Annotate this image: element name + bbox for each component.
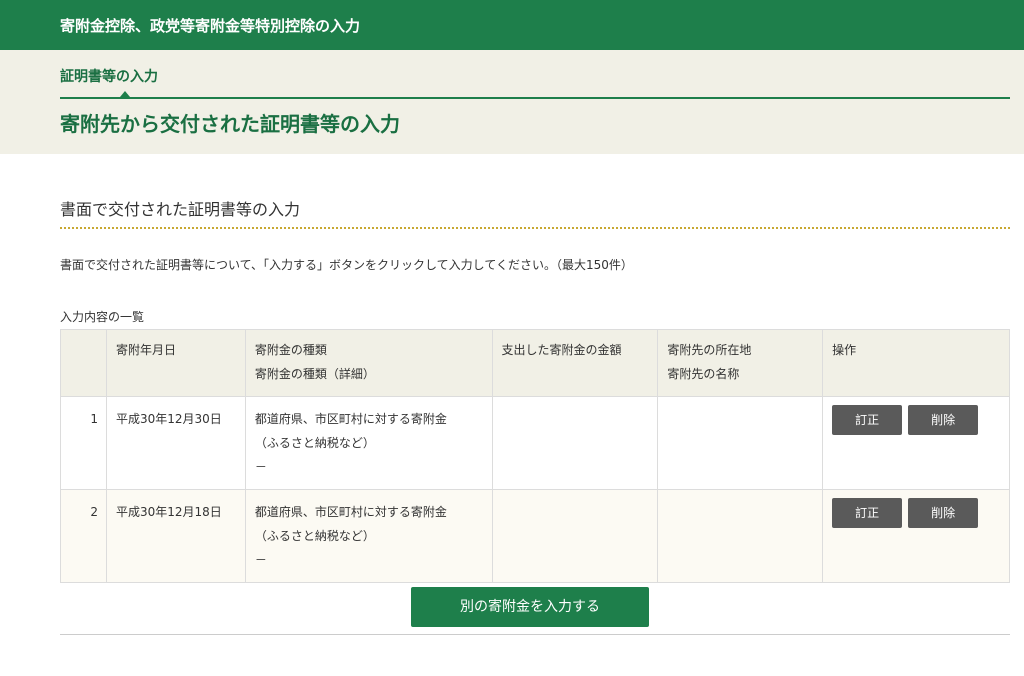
delete-button[interactable]: 削除 [908, 405, 979, 435]
table-row: 2 平成30年12月18日 都道府県、市区町村に対する寄附金 （ふるさと納税など… [60, 489, 1010, 583]
header-date: 寄附年月日 [105, 329, 246, 397]
row-type-detail: － [254, 460, 267, 474]
row-type-line2: （ふるさと納税など） [254, 529, 375, 543]
row-type-line1: 都道府県、市区町村に対する寄附金 [254, 412, 447, 426]
header-type: 寄附金の種類 寄附金の種類（詳細） [244, 329, 493, 397]
row-ops: 訂正 削除 [822, 396, 1010, 490]
header-ops: 操作 [822, 329, 1010, 397]
header-amount: 支出した寄附金の金額 [491, 329, 659, 397]
row-type: 都道府県、市区町村に対する寄附金 （ふるさと納税など） － [244, 396, 493, 490]
edit-button[interactable]: 訂正 [832, 498, 903, 528]
header-num [60, 329, 107, 397]
app-title: 寄附金控除、政党等寄附金等特別控除の入力 [60, 16, 361, 35]
header-band: 証明書等の入力 寄附先から交付された証明書等の入力 [0, 50, 1024, 154]
row-amount [491, 396, 659, 490]
instruction-text: 書面で交付された証明書等について、「入力する」ボタンをクリックして入力してくださ… [60, 258, 633, 272]
step-divider [60, 97, 1010, 99]
row-type-detail: － [254, 553, 267, 567]
row-type-line2: （ふるさと納税など） [254, 436, 375, 450]
header-location-label: 寄附先の所在地 [667, 343, 752, 357]
row-amount [491, 489, 659, 583]
table-header-row: 寄附年月日 寄附金の種類 寄附金の種類（詳細） 支出した寄附金の金額 寄附先の所… [60, 329, 1010, 397]
step-caret-icon [120, 91, 130, 97]
row-number: 2 [60, 489, 107, 583]
entries-table: 寄附年月日 寄附金の種類 寄附金の種類（詳細） 支出した寄附金の金額 寄附先の所… [60, 329, 1010, 583]
row-date: 平成30年12月30日 [105, 396, 246, 490]
header-name-label: 寄附先の名称 [667, 367, 740, 381]
header-type-label: 寄附金の種類 [254, 343, 327, 357]
section-divider [60, 227, 1010, 229]
page-title: 寄附先から交付された証明書等の入力 [60, 112, 400, 136]
row-ops: 訂正 削除 [822, 489, 1010, 583]
edit-button[interactable]: 訂正 [832, 405, 903, 435]
row-type: 都道府県、市区町村に対する寄附金 （ふるさと納税など） － [244, 489, 493, 583]
table-row: 1 平成30年12月30日 都道府県、市区町村に対する寄附金 （ふるさと納税など… [60, 396, 1010, 490]
header-type-detail-label: 寄附金の種類（詳細） [254, 367, 375, 381]
header-location-name: 寄附先の所在地 寄附先の名称 [657, 329, 824, 397]
add-another-donation-button[interactable]: 別の寄附金を入力する [411, 587, 649, 627]
delete-button[interactable]: 削除 [908, 498, 979, 528]
section-title: 書面で交付された証明書等の入力 [60, 200, 301, 219]
row-number: 1 [60, 396, 107, 490]
top-bar: 寄附金控除、政党等寄附金等特別控除の入力 [0, 0, 1024, 50]
row-location-name [657, 489, 824, 583]
step-label: 証明書等の入力 [60, 69, 158, 85]
row-location-name [657, 396, 824, 490]
row-date: 平成30年12月18日 [105, 489, 246, 583]
row-type-line1: 都道府県、市区町村に対する寄附金 [254, 505, 447, 519]
bottom-divider [60, 634, 1010, 635]
list-caption: 入力内容の一覧 [60, 310, 145, 324]
